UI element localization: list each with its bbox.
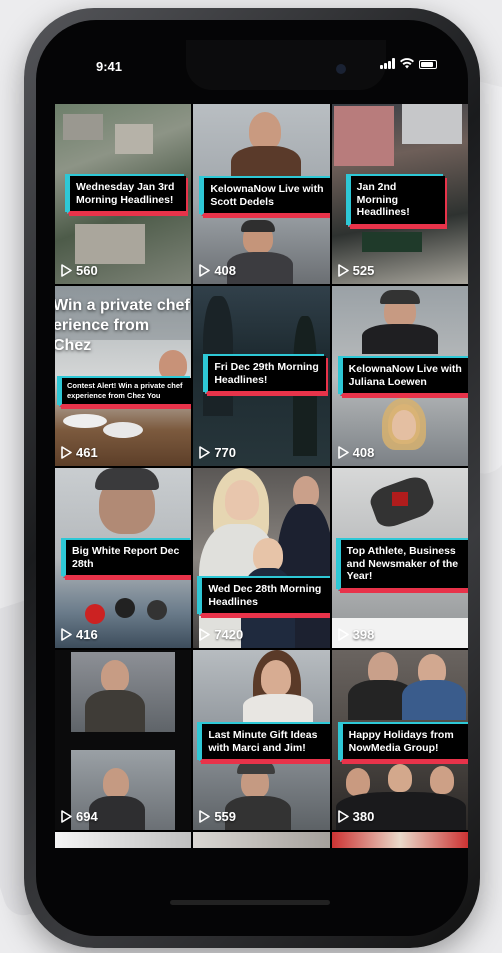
video-tile[interactable] [193, 832, 330, 848]
play-icon [337, 264, 349, 277]
play-icon [61, 446, 72, 459]
play-icon [199, 810, 211, 823]
view-count: 408 [337, 445, 374, 460]
status-time: 9:41 [96, 59, 123, 74]
video-tile[interactable]: Win a private chef erience from Chez Con… [55, 286, 192, 466]
view-count: 559 [199, 809, 236, 824]
camera-icon [336, 64, 346, 74]
overlay-text: Win a private chef erience from Chez [55, 297, 190, 354]
home-indicator [170, 900, 330, 905]
video-tile[interactable] [55, 832, 192, 848]
video-caption: KelownaNow Live with Scott Dedels [201, 178, 330, 216]
notch [186, 40, 386, 90]
view-count: 408 [199, 263, 236, 278]
play-icon [61, 810, 72, 823]
play-icon [61, 628, 72, 641]
video-grid: Wednesday Jan 3rd Morning Headlines! 560… [55, 104, 468, 848]
play-icon [337, 628, 349, 641]
signal-icon [380, 58, 395, 69]
battery-icon [418, 60, 437, 69]
video-caption: Top Athlete, Business and Newsmaker of t… [337, 540, 468, 591]
play-icon [199, 264, 211, 277]
video-caption: Fri Dec 29th Morning Headlines! [205, 356, 327, 394]
video-tile[interactable]: KelownaNow Live with Juliana Loewen 408 [331, 286, 468, 466]
play-icon [337, 810, 349, 823]
video-tile[interactable]: Wed Dec 28th Morning Headlines 7420 [193, 468, 330, 648]
view-count: 380 [337, 809, 374, 824]
view-count: 560 [61, 263, 98, 278]
video-caption: Wednesday Jan 3rd Morning Headlines! [67, 176, 186, 214]
play-icon [61, 264, 72, 277]
status-icons [380, 58, 437, 69]
view-count: 461 [61, 445, 98, 460]
video-caption: Happy Holidays from NowMedia Group! [339, 724, 468, 762]
video-tile[interactable]: Fri Dec 29th Morning Headlines! 770 [193, 286, 330, 466]
video-caption: Big White Report Dec 28th [63, 540, 192, 578]
view-count: 7420 [199, 627, 243, 642]
video-tile[interactable]: Top Athlete, Business and Newsmaker of t… [331, 468, 468, 648]
video-tile[interactable]: Wednesday Jan 3rd Morning Headlines! 560 [55, 104, 192, 284]
view-count: 416 [61, 627, 98, 642]
view-count: 525 [337, 263, 374, 278]
video-tile[interactable]: Big White Report Dec 28th 416 [55, 468, 192, 648]
view-count: 398 [337, 627, 374, 642]
view-count: 694 [61, 809, 98, 824]
play-icon [199, 628, 211, 641]
play-icon [337, 446, 349, 459]
video-tile[interactable]: 694 [55, 650, 192, 830]
video-tile[interactable] [331, 832, 468, 848]
play-icon [199, 446, 211, 459]
video-caption: Last Minute Gift Ideas with Marci and Ji… [199, 724, 330, 762]
video-caption: Contest Alert! Win a private chef experi… [59, 378, 192, 407]
video-caption: Wed Dec 28th Morning Headlines [199, 578, 330, 616]
video-caption: KelownaNow Live with Juliana Loewen [339, 358, 468, 396]
video-tile[interactable]: Last Minute Gift Ideas with Marci and Ji… [193, 650, 330, 830]
video-tile[interactable]: Happy Holidays from NowMedia Group! 380 [331, 650, 468, 830]
wifi-icon [399, 58, 414, 69]
video-caption: Jan 2nd Morning Headlines! [347, 176, 445, 227]
view-count: 770 [199, 445, 236, 460]
video-tile[interactable]: KelownaNow Live with Scott Dedels 408 [193, 104, 330, 284]
video-tile[interactable]: Jan 2nd Morning Headlines! 525 [331, 104, 468, 284]
